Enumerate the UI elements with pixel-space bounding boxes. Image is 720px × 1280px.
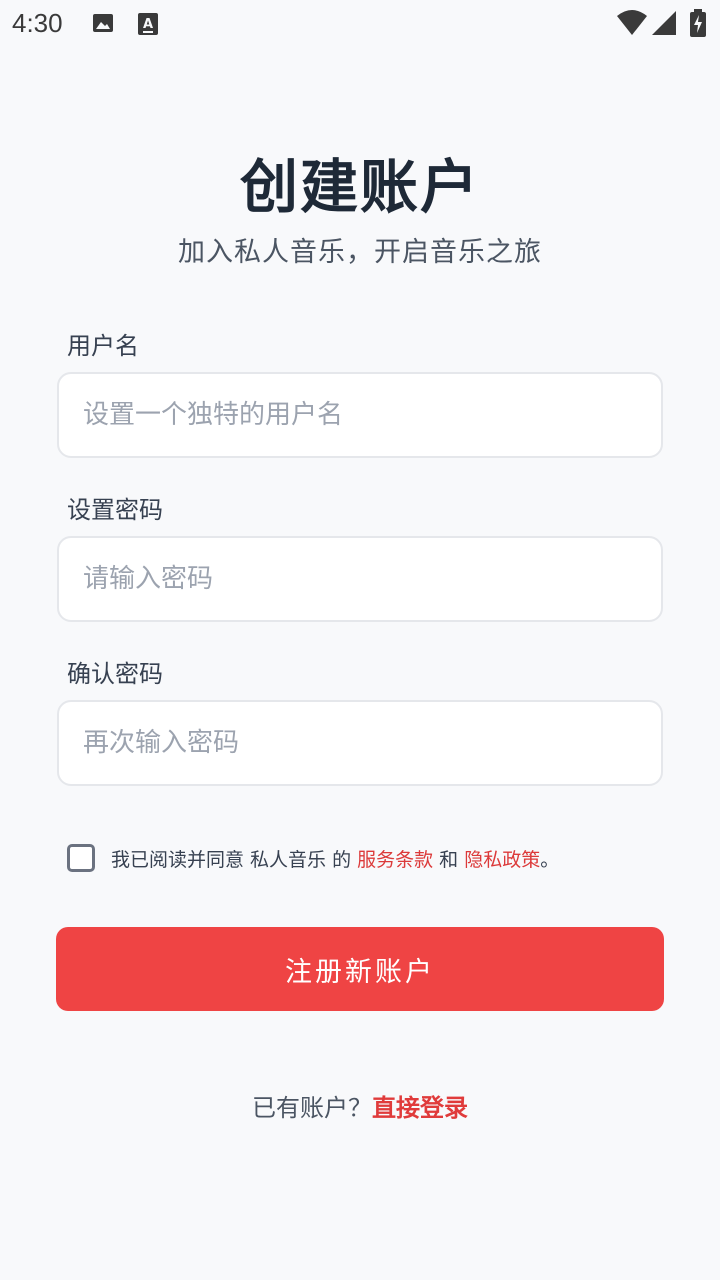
- login-link[interactable]: 直接登录: [372, 1094, 468, 1122]
- signal-icon: [652, 11, 676, 39]
- status-time: 4:30: [12, 8, 63, 38]
- privacy-link[interactable]: 隐私政策: [464, 849, 540, 871]
- terms-link[interactable]: 服务条款: [357, 849, 433, 871]
- agreement-checkbox[interactable]: [67, 844, 95, 872]
- password-input[interactable]: [57, 536, 663, 622]
- wifi-icon: [617, 10, 647, 40]
- login-prompt-text: 已有账户？: [252, 1094, 372, 1122]
- password-label: 设置密码: [67, 496, 163, 524]
- register-button[interactable]: 注册新账户: [56, 927, 664, 1011]
- agreement-text: 我已阅读并同意 私人音乐 的 服务条款 和 隐私政策。: [111, 845, 559, 872]
- agreement-prefix: 我已阅读并同意 私人音乐 的: [111, 848, 358, 871]
- battery-charging-icon: [690, 9, 706, 41]
- page-subtitle: 加入私人音乐，开启音乐之旅: [178, 237, 542, 268]
- text-a-icon: A: [137, 12, 159, 40]
- username-label: 用户名: [67, 332, 139, 360]
- status-bar: 4:30 A: [0, 0, 720, 50]
- agreement-row: 我已阅读并同意 私人音乐 的 服务条款 和 隐私政策。: [67, 840, 680, 876]
- confirm-password-input[interactable]: [57, 700, 663, 786]
- image-icon: [92, 12, 114, 38]
- username-input[interactable]: [57, 372, 663, 458]
- login-prompt-row: 已有账户？直接登录: [0, 1088, 720, 1123]
- confirm-password-label: 确认密码: [67, 660, 163, 688]
- agreement-conjunction: 和: [433, 848, 465, 871]
- agreement-suffix: 。: [540, 848, 560, 871]
- page-title: 创建账户: [239, 153, 480, 221]
- svg-text:A: A: [143, 17, 153, 32]
